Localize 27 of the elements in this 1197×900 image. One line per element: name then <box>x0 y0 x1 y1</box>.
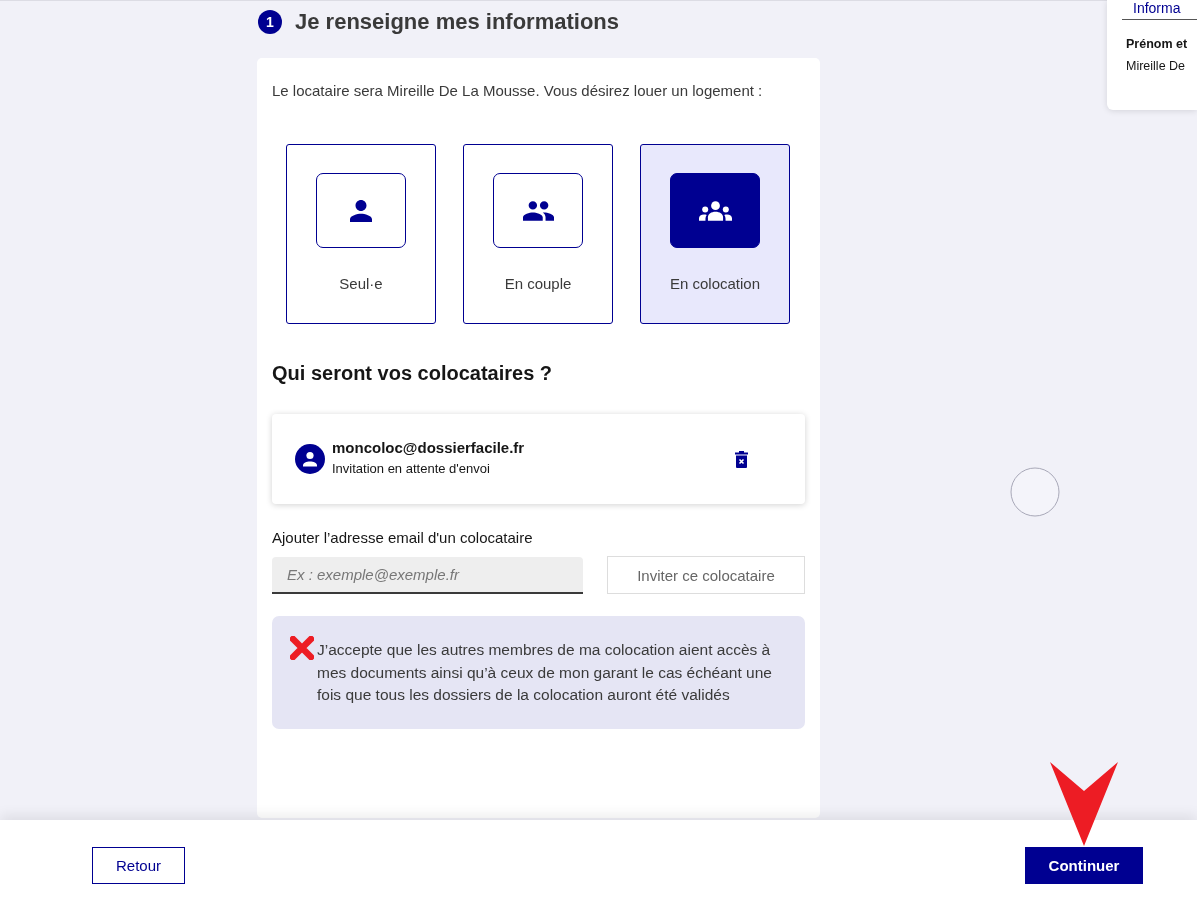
housing-option[interactable]: Seul·e <box>286 144 436 324</box>
cross-mark-icon <box>290 636 314 660</box>
housing-option[interactable]: En couple <box>463 144 613 324</box>
person-icon <box>350 199 372 222</box>
trash-icon <box>735 450 748 468</box>
ring-icon <box>1010 467 1060 517</box>
email-input[interactable]: Ex : exemple@exemple.fr <box>272 556 583 594</box>
consent-text: J’accepte que les autres membres de ma colocation aient accès à mes documents ainsi qu’à ceux de mon garant le cas échéant une fois que tous les dossiers de la colocation auront été validés <box>317 640 773 705</box>
step-title: Je renseigne mes informations <box>295 8 619 35</box>
avatar-icon <box>295 444 325 474</box>
delete-button[interactable] <box>735 450 748 468</box>
invitation-status: Invitation en attente d'envoi <box>332 460 491 478</box>
field-label: Prénom et <box>1126 36 1189 53</box>
email-label: Ajouter l’adresse email d'un colocataire <box>272 528 534 548</box>
intro-text: Le locataire sera Mireille De La Mousse. Vous désirez louer un logement : <box>272 81 764 101</box>
panel-title: Informa <box>1133 0 1182 16</box>
arrowhead-icon <box>1050 762 1118 846</box>
group-icon <box>698 200 732 221</box>
two-people-icon <box>522 200 554 221</box>
continue-button[interactable]: Continuer <box>1025 847 1143 884</box>
roommate-email: moncoloc@dossierfacile.fr <box>332 438 525 458</box>
back-button[interactable]: Retour <box>92 847 185 884</box>
invite-button[interactable]: Inviter ce colocataire <box>607 556 805 594</box>
field-value: Mireille De <box>1126 58 1187 75</box>
step-number: 1 <box>258 9 282 34</box>
housing-option[interactable]: En colocation <box>640 144 790 324</box>
roommates-heading: Qui seront vos colocataires ? <box>272 361 554 385</box>
